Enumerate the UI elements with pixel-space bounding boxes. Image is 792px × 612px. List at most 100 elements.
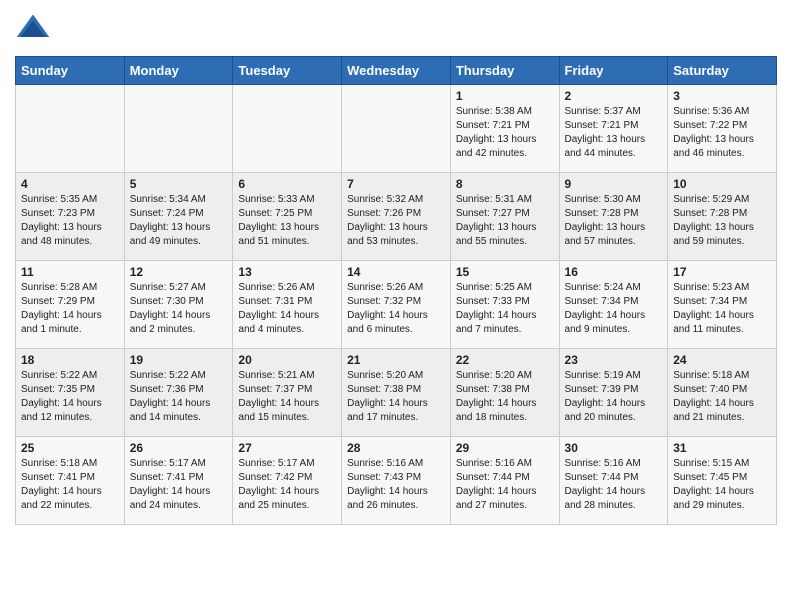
day-number: 17 (673, 265, 771, 279)
day-info: Sunrise: 5:35 AM Sunset: 7:23 PM Dayligh… (21, 193, 119, 249)
day-cell: 6 Sunrise: 5:33 AM Sunset: 7:25 PM Daylig… (233, 173, 342, 261)
day-info: Sunrise: 5:20 AM Sunset: 7:38 PM Dayligh… (347, 369, 445, 425)
header-day-sunday: Sunday (16, 57, 125, 85)
day-info: Sunrise: 5:20 AM Sunset: 7:38 PM Dayligh… (456, 369, 554, 425)
day-number: 5 (130, 177, 228, 191)
day-cell (16, 85, 125, 173)
day-cell: 22 Sunrise: 5:20 AM Sunset: 7:38 PM Dayli… (450, 349, 559, 437)
day-cell: 14 Sunrise: 5:26 AM Sunset: 7:32 PM Dayli… (342, 261, 451, 349)
day-cell: 13 Sunrise: 5:26 AM Sunset: 7:31 PM Dayli… (233, 261, 342, 349)
day-number: 11 (21, 265, 119, 279)
day-cell: 21Sunrise: 5:20 AM Sunset: 7:38 PM Dayli… (342, 349, 451, 437)
week-row-3: 11 Sunrise: 5:28 AM Sunset: 7:29 PM Dayli… (16, 261, 777, 349)
day-info: Sunrise: 5:26 AM Sunset: 7:32 PM Dayligh… (347, 281, 445, 337)
day-number: 7 (347, 177, 445, 191)
header-day-monday: Monday (124, 57, 233, 85)
day-cell: 30Sunrise: 5:16 AM Sunset: 7:44 PM Dayli… (559, 437, 668, 525)
header (15, 10, 777, 46)
day-info: Sunrise: 5:16 AM Sunset: 7:43 PM Dayligh… (347, 457, 445, 513)
day-number: 28 (347, 441, 445, 455)
day-cell: 16Sunrise: 5:24 AM Sunset: 7:34 PM Dayli… (559, 261, 668, 349)
calendar-table: SundayMondayTuesdayWednesdayThursdayFrid… (15, 56, 777, 525)
day-info: Sunrise: 5:34 AM Sunset: 7:24 PM Dayligh… (130, 193, 228, 249)
day-number: 19 (130, 353, 228, 367)
page: SundayMondayTuesdayWednesdayThursdayFrid… (0, 0, 792, 540)
day-cell: 11 Sunrise: 5:28 AM Sunset: 7:29 PM Dayli… (16, 261, 125, 349)
day-info: Sunrise: 5:31 AM Sunset: 7:27 PM Dayligh… (456, 193, 554, 249)
day-number: 24 (673, 353, 771, 367)
day-cell: 18 Sunrise: 5:22 AM Sunset: 7:35 PM Dayli… (16, 349, 125, 437)
day-cell: 28 Sunrise: 5:16 AM Sunset: 7:43 PM Dayli… (342, 437, 451, 525)
day-cell (124, 85, 233, 173)
day-number: 22 (456, 353, 554, 367)
day-info: Sunrise: 5:27 AM Sunset: 7:30 PM Dayligh… (130, 281, 228, 337)
logo-icon (15, 10, 51, 46)
day-number: 4 (21, 177, 119, 191)
day-info: Sunrise: 5:17 AM Sunset: 7:42 PM Dayligh… (238, 457, 336, 513)
day-number: 10 (673, 177, 771, 191)
day-info: Sunrise: 5:26 AM Sunset: 7:31 PM Dayligh… (238, 281, 336, 337)
day-cell: 27 Sunrise: 5:17 AM Sunset: 7:42 PM Dayli… (233, 437, 342, 525)
day-info: Sunrise: 5:28 AM Sunset: 7:29 PM Dayligh… (21, 281, 119, 337)
header-row: SundayMondayTuesdayWednesdayThursdayFrid… (16, 57, 777, 85)
day-number: 1 (456, 89, 554, 103)
day-info: Sunrise: 5:37 AM Sunset: 7:21 PM Dayligh… (565, 105, 663, 161)
day-number: 12 (130, 265, 228, 279)
day-cell: 12 Sunrise: 5:27 AM Sunset: 7:30 PM Dayli… (124, 261, 233, 349)
day-info: Sunrise: 5:18 AM Sunset: 7:40 PM Dayligh… (673, 369, 771, 425)
day-number: 14 (347, 265, 445, 279)
day-info: Sunrise: 5:15 AM Sunset: 7:45 PM Dayligh… (673, 457, 771, 513)
day-number: 9 (565, 177, 663, 191)
day-cell: 25Sunrise: 5:18 AM Sunset: 7:41 PM Dayli… (16, 437, 125, 525)
week-row-1: 1Sunrise: 5:38 AM Sunset: 7:21 PM Daylig… (16, 85, 777, 173)
day-info: Sunrise: 5:24 AM Sunset: 7:34 PM Dayligh… (565, 281, 663, 337)
day-info: Sunrise: 5:17 AM Sunset: 7:41 PM Dayligh… (130, 457, 228, 513)
day-number: 2 (565, 89, 663, 103)
day-number: 20 (238, 353, 336, 367)
day-cell: 24 Sunrise: 5:18 AM Sunset: 7:40 PM Dayli… (668, 349, 777, 437)
logo (15, 10, 55, 46)
day-cell: 3 Sunrise: 5:36 AM Sunset: 7:22 PM Daylig… (668, 85, 777, 173)
day-cell: 7 Sunrise: 5:32 AM Sunset: 7:26 PM Daylig… (342, 173, 451, 261)
day-number: 13 (238, 265, 336, 279)
day-cell: 15 Sunrise: 5:25 AM Sunset: 7:33 PM Dayli… (450, 261, 559, 349)
day-number: 3 (673, 89, 771, 103)
day-info: Sunrise: 5:30 AM Sunset: 7:28 PM Dayligh… (565, 193, 663, 249)
day-cell: 17Sunrise: 5:23 AM Sunset: 7:34 PM Dayli… (668, 261, 777, 349)
day-number: 29 (456, 441, 554, 455)
day-cell: 10 Sunrise: 5:29 AM Sunset: 7:28 PM Dayli… (668, 173, 777, 261)
header-day-tuesday: Tuesday (233, 57, 342, 85)
day-cell: 2 Sunrise: 5:37 AM Sunset: 7:21 PM Daylig… (559, 85, 668, 173)
header-day-friday: Friday (559, 57, 668, 85)
day-info: Sunrise: 5:21 AM Sunset: 7:37 PM Dayligh… (238, 369, 336, 425)
day-number: 15 (456, 265, 554, 279)
day-info: Sunrise: 5:22 AM Sunset: 7:36 PM Dayligh… (130, 369, 228, 425)
day-info: Sunrise: 5:36 AM Sunset: 7:22 PM Dayligh… (673, 105, 771, 161)
day-number: 6 (238, 177, 336, 191)
day-info: Sunrise: 5:33 AM Sunset: 7:25 PM Dayligh… (238, 193, 336, 249)
day-number: 8 (456, 177, 554, 191)
day-number: 18 (21, 353, 119, 367)
week-row-2: 4 Sunrise: 5:35 AM Sunset: 7:23 PM Daylig… (16, 173, 777, 261)
day-number: 26 (130, 441, 228, 455)
day-cell: 29Sunrise: 5:16 AM Sunset: 7:44 PM Dayli… (450, 437, 559, 525)
day-cell: 8 Sunrise: 5:31 AM Sunset: 7:27 PM Daylig… (450, 173, 559, 261)
day-info: Sunrise: 5:25 AM Sunset: 7:33 PM Dayligh… (456, 281, 554, 337)
day-number: 31 (673, 441, 771, 455)
day-cell (233, 85, 342, 173)
header-day-wednesday: Wednesday (342, 57, 451, 85)
day-number: 23 (565, 353, 663, 367)
day-info: Sunrise: 5:22 AM Sunset: 7:35 PM Dayligh… (21, 369, 119, 425)
day-info: Sunrise: 5:19 AM Sunset: 7:39 PM Dayligh… (565, 369, 663, 425)
day-number: 30 (565, 441, 663, 455)
day-info: Sunrise: 5:29 AM Sunset: 7:28 PM Dayligh… (673, 193, 771, 249)
day-number: 27 (238, 441, 336, 455)
header-day-thursday: Thursday (450, 57, 559, 85)
day-cell: 1Sunrise: 5:38 AM Sunset: 7:21 PM Daylig… (450, 85, 559, 173)
day-info: Sunrise: 5:32 AM Sunset: 7:26 PM Dayligh… (347, 193, 445, 249)
day-cell: 4 Sunrise: 5:35 AM Sunset: 7:23 PM Daylig… (16, 173, 125, 261)
day-info: Sunrise: 5:18 AM Sunset: 7:41 PM Dayligh… (21, 457, 119, 513)
day-cell: 5 Sunrise: 5:34 AM Sunset: 7:24 PM Daylig… (124, 173, 233, 261)
day-cell: 9 Sunrise: 5:30 AM Sunset: 7:28 PM Daylig… (559, 173, 668, 261)
day-cell: 20 Sunrise: 5:21 AM Sunset: 7:37 PM Dayli… (233, 349, 342, 437)
